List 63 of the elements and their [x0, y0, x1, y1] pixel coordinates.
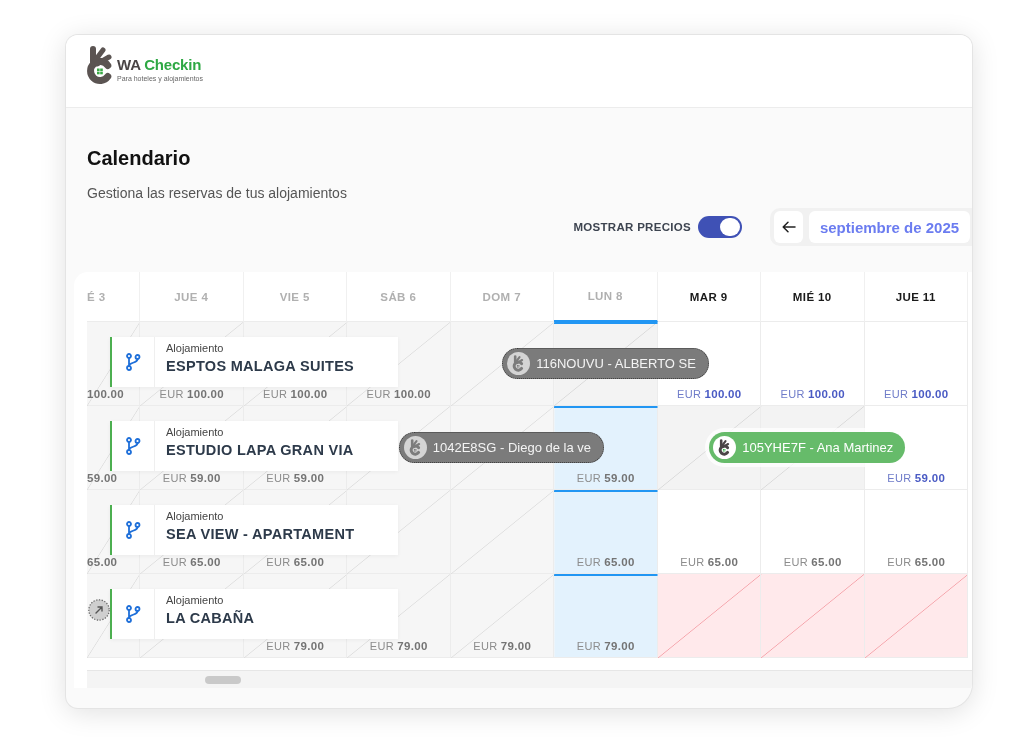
- price-label: EUR 79.00: [369, 639, 428, 653]
- price-label: EUR 59.00: [576, 471, 635, 485]
- day-header: DOM 7: [450, 272, 554, 322]
- price-label: EUR 65.00: [266, 555, 325, 569]
- day-header: MIÉ 10: [761, 272, 865, 322]
- price-label: 59.00: [87, 471, 118, 485]
- booking-bar[interactable]: 1042E8SG - Diego de la ve: [398, 432, 605, 463]
- property-card[interactable]: Alojamiento ESPTOS MALAGA SUITES: [110, 337, 398, 387]
- property-name: LA CABAÑA: [166, 609, 255, 627]
- property-type-label: Alojamiento: [166, 594, 224, 607]
- day-header: MAR 9: [657, 272, 761, 322]
- hand-badge-icon: [507, 352, 531, 375]
- property-type-label: Alojamiento: [166, 510, 224, 523]
- price-label: EUR 65.00: [576, 555, 635, 569]
- day-header: LUN 8: [554, 272, 658, 322]
- price-label: EUR 79.00: [473, 639, 532, 653]
- property-name: ESPTOS MALAGA SUITES: [166, 357, 355, 375]
- branch-icon: [125, 437, 141, 455]
- day-header: É 3: [87, 272, 140, 322]
- price-label: EUR 79.00: [266, 639, 325, 653]
- property-card[interactable]: Alojamiento LA CABAÑA: [110, 589, 398, 639]
- arrow-circle-icon[interactable]: [88, 599, 110, 621]
- price-label: EUR 65.00: [680, 555, 739, 569]
- price-label: EUR 100.00: [677, 387, 742, 401]
- hand-badge-icon: [713, 436, 737, 459]
- price-label: 65.00: [87, 555, 118, 569]
- day-header: JUE 11: [864, 272, 968, 322]
- scrollbar-thumb[interactable]: [205, 675, 241, 684]
- hand-badge-icon: [403, 436, 427, 459]
- page-title: Calendario: [87, 146, 191, 170]
- toggle-label: MOSTRAR PRECIOS: [573, 221, 691, 233]
- property-type-label: Alojamiento: [166, 426, 224, 439]
- property-name: SEA VIEW - APARTAMENT: [166, 525, 355, 543]
- price-label: EUR 65.00: [162, 555, 221, 569]
- branch-icon: [125, 605, 141, 623]
- previous-month-button[interactable]: [774, 211, 803, 243]
- price-label: EUR 100.00: [780, 387, 845, 401]
- price-label: 100.00: [87, 387, 124, 401]
- page-subtitle: Gestiona las reservas de tus alojamientos: [87, 184, 347, 203]
- price-label: EUR 100.00: [366, 387, 431, 401]
- price-label: EUR 100.00: [159, 387, 224, 401]
- price-label: EUR 59.00: [266, 471, 325, 485]
- brand-name: WA Checkin: [117, 57, 203, 73]
- price-label: EUR 65.00: [783, 555, 842, 569]
- day-header: JUE 4: [140, 272, 244, 322]
- price-label: EUR 59.00: [162, 471, 221, 485]
- price-label: EUR 100.00: [263, 387, 328, 401]
- booking-bar[interactable]: 116NOUVU - ALBERTO SE: [502, 348, 709, 379]
- price-label: EUR 65.00: [887, 555, 946, 569]
- price-label: EUR 100.00: [884, 387, 949, 401]
- branch-icon: [125, 521, 141, 539]
- price-label: EUR 59.00: [887, 471, 946, 485]
- month-button[interactable]: septiembre de 2025: [809, 211, 970, 243]
- day-header: SÁB 6: [347, 272, 451, 322]
- property-card[interactable]: Alojamiento ESTUDIO LAPA GRAN VIA: [110, 421, 398, 471]
- prices-toggle[interactable]: [698, 216, 742, 238]
- property-type-label: Alojamiento: [166, 342, 224, 355]
- price-label: EUR 79.00: [576, 639, 635, 653]
- day-header: VIE 5: [243, 272, 347, 322]
- branch-icon: [125, 353, 141, 371]
- property-card[interactable]: Alojamiento SEA VIEW - APARTAMENT: [110, 505, 398, 555]
- property-name: ESTUDIO LAPA GRAN VIA: [166, 441, 354, 459]
- arrow-left-icon: [781, 221, 796, 233]
